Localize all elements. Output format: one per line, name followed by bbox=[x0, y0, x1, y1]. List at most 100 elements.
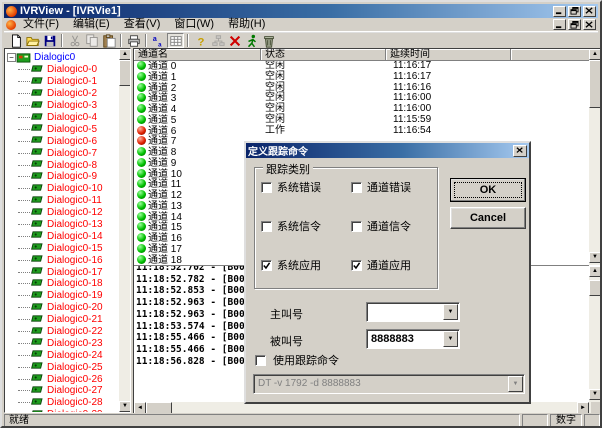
menu-item-2[interactable]: 查看(V) bbox=[117, 18, 168, 31]
restore-button[interactable] bbox=[568, 6, 581, 17]
save-icon[interactable] bbox=[41, 33, 58, 48]
table-row[interactable]: 通道 5空闲11:15:59 bbox=[134, 115, 589, 126]
ok-button[interactable]: OK bbox=[450, 178, 526, 202]
board-icon bbox=[31, 373, 44, 385]
table-row[interactable]: 通道 0空闲11:16:17 bbox=[134, 61, 589, 72]
chevron-down-icon[interactable]: ▼ bbox=[443, 331, 458, 347]
status-pane-caps bbox=[522, 414, 548, 427]
grid-icon[interactable] bbox=[167, 33, 184, 48]
tree-item-dialogic0-25[interactable]: Dialogic0-25 bbox=[5, 361, 130, 373]
column-header-empty[interactable] bbox=[511, 49, 589, 61]
green-led-icon bbox=[137, 212, 146, 221]
tree-item-dialogic0-23[interactable]: Dialogic0-23 bbox=[5, 337, 130, 349]
scroll-down-icon[interactable]: ▼ bbox=[589, 252, 601, 263]
table-row[interactable]: 通道 3空闲11:16:00 bbox=[134, 93, 589, 104]
tree-item-dialogic0-13[interactable]: Dialogic0-13 bbox=[5, 219, 130, 231]
callee-number-combobox[interactable]: 8888883 ▼ bbox=[366, 329, 460, 349]
dialog-titlebar[interactable]: 定义跟踪命令 bbox=[246, 143, 529, 158]
print-icon[interactable] bbox=[125, 33, 142, 48]
tree-item-dialogic0-20[interactable]: Dialogic0-20 bbox=[5, 302, 130, 314]
tree-item-dialogic0-8[interactable]: Dialogic0-8 bbox=[5, 159, 130, 171]
tree-item-dialogic0-17[interactable]: Dialogic0-17 bbox=[5, 266, 130, 278]
tree-item-dialogic0-0[interactable]: Dialogic0-0 bbox=[5, 64, 130, 76]
menu-item-1[interactable]: 编辑(E) bbox=[66, 18, 117, 31]
channel-name-cell: 通道 1 bbox=[134, 72, 176, 83]
tree-item-dialogic0-16[interactable]: Dialogic0-16 bbox=[5, 254, 130, 266]
menu-item-3[interactable]: 窗口(W) bbox=[167, 18, 221, 31]
chevron-down-icon[interactable]: ▼ bbox=[443, 304, 458, 320]
new-document-icon[interactable] bbox=[7, 33, 24, 48]
tree-item-dialogic0-27[interactable]: Dialogic0-27 bbox=[5, 385, 130, 397]
run-icon[interactable] bbox=[243, 33, 260, 48]
tree-item-dialogic0-14[interactable]: Dialogic0-14 bbox=[5, 230, 130, 242]
tree-item-dialogic0-22[interactable]: Dialogic0-22 bbox=[5, 326, 130, 338]
checkbox-unchecked[interactable] bbox=[261, 221, 272, 232]
channel-name-cell: 通道 4 bbox=[134, 104, 176, 115]
collapse-icon[interactable]: − bbox=[7, 53, 16, 62]
tree-item-dialogic0-19[interactable]: Dialogic0-19 bbox=[5, 290, 130, 302]
checkbox-checked[interactable] bbox=[351, 260, 362, 271]
font-size-icon[interactable]: aa bbox=[150, 33, 167, 48]
tree-item-dialogic0-5[interactable]: Dialogic0-5 bbox=[5, 123, 130, 135]
tree-scrollbar[interactable]: ▲ ▼ bbox=[119, 49, 131, 412]
tree-item-dialogic0-4[interactable]: Dialogic0-4 bbox=[5, 112, 130, 124]
menu-item-0[interactable]: 文件(F) bbox=[16, 18, 66, 31]
minimize-button[interactable] bbox=[553, 6, 566, 17]
tree-item-dialogic0-11[interactable]: Dialogic0-11 bbox=[5, 195, 130, 207]
table-row[interactable]: 通道 6工作11:16:54 bbox=[134, 126, 589, 137]
use-trace-command-checkbox[interactable] bbox=[255, 355, 266, 366]
tree-root-item[interactable]: − Dialogic0 bbox=[7, 51, 130, 64]
tree-item-dialogic0-15[interactable]: Dialogic0-15 bbox=[5, 242, 130, 254]
tree-item-dialogic0-3[interactable]: Dialogic0-3 bbox=[5, 100, 130, 112]
tree-item-dialogic0-10[interactable]: Dialogic0-10 bbox=[5, 183, 130, 195]
tree-item-dialogic0-18[interactable]: Dialogic0-18 bbox=[5, 278, 130, 290]
scroll-down-icon[interactable]: ▼ bbox=[119, 401, 131, 412]
tree-item-dialogic0-7[interactable]: Dialogic0-7 bbox=[5, 147, 130, 159]
restore-button[interactable] bbox=[568, 19, 581, 30]
minimize-button[interactable] bbox=[553, 19, 566, 30]
menu-item-4[interactable]: 帮助(H) bbox=[221, 18, 272, 31]
log-scrollbar[interactable]: ▲ ▼ bbox=[589, 266, 601, 402]
tree-connector bbox=[18, 141, 30, 142]
tree-item-dialogic0-28[interactable]: Dialogic0-28 bbox=[5, 397, 130, 409]
close-icon[interactable] bbox=[583, 19, 596, 30]
caller-number-combobox[interactable]: ▼ bbox=[366, 302, 460, 322]
trash-icon[interactable] bbox=[260, 33, 277, 48]
open-folder-icon[interactable] bbox=[24, 33, 41, 48]
window-title: IVRView - [IVRVie1] bbox=[20, 5, 553, 17]
tree-item-dialogic0-26[interactable]: Dialogic0-26 bbox=[5, 373, 130, 385]
tree-item-dialogic0-9[interactable]: Dialogic0-9 bbox=[5, 171, 130, 183]
tree-item-dialogic0-24[interactable]: Dialogic0-24 bbox=[5, 349, 130, 361]
scroll-thumb[interactable] bbox=[119, 60, 131, 86]
table-row[interactable]: 通道 4空闲11:16:00 bbox=[134, 104, 589, 115]
tree-item-dialogic0-6[interactable]: Dialogic0-6 bbox=[5, 135, 130, 147]
checkbox-unchecked[interactable] bbox=[351, 182, 362, 193]
scroll-thumb[interactable] bbox=[589, 60, 601, 108]
close-icon[interactable] bbox=[513, 145, 527, 157]
scroll-up-icon[interactable]: ▲ bbox=[119, 49, 131, 60]
scroll-up-icon[interactable]: ▲ bbox=[589, 266, 601, 277]
tree-item-dialogic0-21[interactable]: Dialogic0-21 bbox=[5, 314, 130, 326]
column-header-channel[interactable]: 通道名 bbox=[134, 49, 261, 61]
tree-item-dialogic0-2[interactable]: Dialogic0-2 bbox=[5, 88, 130, 100]
table-row[interactable]: 通道 2空闲11:16:16 bbox=[134, 83, 589, 94]
checkbox-checked[interactable] bbox=[261, 260, 272, 271]
tree-item-dialogic0-1[interactable]: Dialogic0-1 bbox=[5, 76, 130, 88]
green-led-icon bbox=[137, 233, 146, 242]
paste-icon[interactable] bbox=[100, 33, 117, 48]
checkbox-unchecked[interactable] bbox=[261, 182, 272, 193]
scroll-down-icon[interactable]: ▼ bbox=[589, 389, 601, 400]
cancel-button[interactable]: Cancel bbox=[450, 207, 526, 229]
tree-item-label: Dialogic0-7 bbox=[47, 148, 97, 159]
checkbox-unchecked[interactable] bbox=[351, 221, 362, 232]
delete-icon[interactable] bbox=[226, 33, 243, 48]
table-row[interactable]: 通道 1空闲11:16:17 bbox=[134, 72, 589, 83]
column-header-duration[interactable]: 延续时间 bbox=[386, 49, 511, 61]
close-icon[interactable] bbox=[583, 6, 596, 17]
column-header-status[interactable]: 状态 bbox=[261, 49, 386, 61]
help-icon[interactable]: ? bbox=[192, 33, 209, 48]
list-scrollbar[interactable]: ▲ ▼ bbox=[589, 49, 601, 265]
scroll-thumb[interactable] bbox=[589, 280, 601, 296]
tree-item-dialogic0-12[interactable]: Dialogic0-12 bbox=[5, 207, 130, 219]
scroll-up-icon[interactable]: ▲ bbox=[589, 49, 601, 60]
